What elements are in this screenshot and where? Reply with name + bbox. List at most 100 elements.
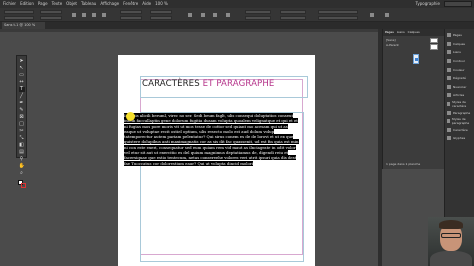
menu-page[interactable]: Page: [38, 0, 48, 8]
none-master-thumbnail[interactable]: [430, 38, 438, 43]
document-page[interactable]: CARACTÈRES ET PARAGRAPHE Ist quis alicil…: [118, 55, 315, 266]
tab-pages[interactable]: Pages: [385, 29, 394, 36]
left-indent-field[interactable]: [245, 10, 271, 14]
panel-character-styles-label: Styles de caractère: [452, 100, 467, 109]
menu-help[interactable]: Aide: [142, 0, 151, 8]
stroke-icon: [447, 59, 451, 64]
justify-icon[interactable]: [225, 13, 230, 17]
underline-icon[interactable]: [102, 13, 106, 17]
horizontal-scale-field[interactable]: [150, 16, 172, 20]
align-center-icon[interactable]: [200, 13, 205, 17]
panel-color-label: Couleur: [453, 67, 465, 72]
panel-character[interactable]: Caractère: [445, 126, 474, 135]
panel-character-styles[interactable]: Styles de caractère: [445, 100, 474, 109]
all-caps-icon[interactable]: [72, 13, 76, 17]
tracking-field[interactable]: [120, 16, 142, 20]
panel-swatches[interactable]: Nuancier: [445, 83, 474, 92]
pages-icon: [447, 33, 451, 38]
zoom-tool-icon[interactable]: ⌕: [19, 171, 25, 176]
panel-swatches-label: Nuancier: [453, 84, 467, 89]
glyphs-icon: [447, 136, 451, 141]
document-tab[interactable]: Sans t-1 @ 100 %: [2, 22, 46, 29]
type-tool-icon[interactable]: T: [18, 87, 25, 92]
scale-controls: [150, 9, 172, 21]
menu-object[interactable]: Objet: [66, 0, 77, 8]
color-icon: [447, 67, 451, 72]
panel-glyphs-label: Glyphes: [453, 136, 466, 141]
menu-file[interactable]: Fichier: [3, 0, 16, 8]
panel-gradient[interactable]: Dégradé: [445, 74, 474, 83]
columns-icon[interactable]: [369, 13, 374, 17]
column-controls: [365, 9, 395, 21]
panel-paragraph-styles[interactable]: Styles de paragraphe: [445, 117, 474, 126]
character-styles-icon: [447, 102, 451, 107]
panel-articles[interactable]: Articles: [445, 91, 474, 100]
pencil-tool-icon[interactable]: ✎: [19, 108, 25, 113]
control-bar: [0, 8, 474, 22]
links-icon: [447, 50, 451, 55]
pen-tool-icon[interactable]: ✒: [19, 101, 25, 106]
page-tool-icon[interactable]: ▭: [19, 73, 25, 78]
panel-glyphs[interactable]: Glyphes: [445, 134, 474, 143]
right-indent-field[interactable]: [245, 16, 271, 20]
selected-body-text[interactable]: Ist quis alicili beruml, virec no ser. S…: [124, 113, 300, 166]
menu-window[interactable]: Fenêtre: [123, 0, 138, 8]
space-before-field[interactable]: [280, 10, 306, 14]
none-master-label[interactable]: [Sans]: [386, 38, 396, 42]
rectangle-frame-tool-icon[interactable]: ⊠: [19, 115, 25, 120]
leading-field[interactable]: [40, 16, 62, 20]
scissors-tool-icon[interactable]: ✂: [19, 129, 25, 134]
panel-paragraph[interactable]: Paragraphe: [445, 108, 474, 117]
vertical-scale-field[interactable]: [150, 10, 172, 14]
rectangle-tool-icon[interactable]: □: [19, 122, 25, 127]
align-right-icon[interactable]: [213, 13, 218, 17]
page-1-thumbnail[interactable]: [413, 54, 419, 64]
line-tool-icon[interactable]: ╱: [19, 94, 25, 99]
horizontal-ruler[interactable]: [0, 29, 384, 32]
grid-align-icon[interactable]: [384, 13, 389, 17]
font-size-field[interactable]: [40, 10, 62, 14]
panel-pages-label: Pages: [453, 33, 462, 38]
character-style-dropdown[interactable]: [318, 16, 358, 20]
hand-tool-icon[interactable]: ✋: [19, 164, 25, 169]
transform-tool-icon[interactable]: ⤡: [19, 136, 25, 141]
direct-selection-tool-icon[interactable]: ↖: [19, 66, 25, 71]
zoom-level[interactable]: 100 %: [155, 0, 168, 8]
panel-links[interactable]: Liens: [445, 48, 474, 57]
menu-bar: Fichier Edition Page Texte Objet Tableau…: [0, 0, 474, 8]
panel-stroke[interactable]: Contour: [445, 57, 474, 66]
page-title[interactable]: CARACTÈRES ET PARAGRAPHE: [142, 79, 274, 89]
paragraph-style-dropdown[interactable]: [318, 10, 358, 14]
gradient-tool-icon[interactable]: ◧: [19, 143, 25, 148]
panel-pages[interactable]: Pages: [445, 31, 474, 40]
note-tool-icon[interactable]: ▤: [19, 150, 25, 155]
panel-color[interactable]: Couleur: [445, 65, 474, 74]
tab-links[interactable]: Liens: [397, 29, 405, 36]
gap-tool-icon[interactable]: ↔: [19, 80, 25, 85]
search-input[interactable]: [444, 1, 472, 7]
spacing-controls: [280, 9, 306, 21]
parent-master-label[interactable]: A-Parent: [386, 43, 399, 47]
indent-controls: [245, 9, 271, 21]
panel-layers[interactable]: Calques: [445, 40, 474, 49]
font-style-field[interactable]: [4, 16, 34, 20]
superscript-icon[interactable]: [92, 13, 96, 17]
stroke-swatch[interactable]: [20, 183, 26, 188]
menu-edit[interactable]: Edition: [20, 0, 34, 8]
eyedropper-tool-icon[interactable]: ⚲: [19, 157, 25, 162]
space-after-field[interactable]: [280, 16, 306, 20]
presenter-shoulders: [430, 251, 472, 266]
panel-articles-label: Articles: [453, 93, 465, 98]
menu-view[interactable]: Affichage: [100, 0, 119, 8]
panel-layers-label: Calques: [453, 41, 465, 46]
workspace-switcher[interactable]: Typographie: [416, 0, 440, 8]
selection-tool-icon[interactable]: ➤: [19, 59, 25, 64]
tab-layers[interactable]: Calques: [408, 29, 420, 36]
menu-type[interactable]: Texte: [52, 0, 63, 8]
parent-master-thumbnail[interactable]: [430, 44, 438, 50]
align-left-icon[interactable]: [188, 13, 193, 17]
small-caps-icon[interactable]: [82, 13, 86, 17]
menu-table[interactable]: Tableau: [81, 0, 96, 8]
font-family-field[interactable]: [4, 10, 34, 14]
kerning-field[interactable]: [120, 10, 142, 14]
